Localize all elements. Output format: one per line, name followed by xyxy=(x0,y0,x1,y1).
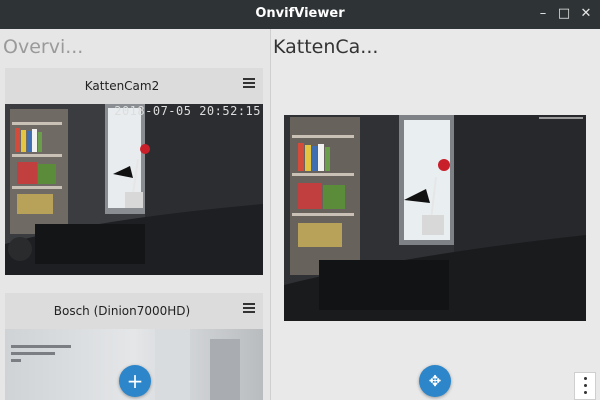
camera-detail-stream[interactable] xyxy=(284,115,586,321)
close-button[interactable]: ✕ xyxy=(577,5,595,23)
minimize-button[interactable]: – xyxy=(534,5,552,23)
overview-pane: Overvi... KattenCam2 2018-07-05 20:52:15… xyxy=(0,29,270,400)
camera-stream[interactable]: 2018-07-05 20:52:15 xyxy=(5,104,263,275)
camera-name: KattenCam2 xyxy=(84,79,160,93)
camera-card-header: KattenCam2 xyxy=(5,68,263,104)
camera-detail-title: KattenCa... xyxy=(273,36,379,58)
camera-timestamp: 2018-07-05 20:52:15 xyxy=(114,104,261,118)
camera-card[interactable]: KattenCam2 2018-07-05 20:52:15 xyxy=(5,68,263,275)
maximize-button[interactable]: □ xyxy=(555,5,573,23)
camera-card-header: Bosch (Dinion7000HD) xyxy=(5,293,263,329)
ptz-control-button[interactable]: ✥ xyxy=(419,365,451,397)
camera-detail-image xyxy=(284,115,586,321)
window-titlebar: OnvifViewer – □ ✕ xyxy=(0,0,600,29)
camera-name: Bosch (Dinion7000HD) xyxy=(53,304,191,318)
overview-title: Overvi... xyxy=(3,36,84,58)
hamburger-menu-icon[interactable] xyxy=(243,303,255,317)
camera-detail-pane: KattenCa... ✥ xyxy=(271,29,600,400)
hamburger-menu-icon[interactable] xyxy=(243,78,255,92)
camera-stream-image xyxy=(5,104,263,275)
add-camera-button[interactable]: + xyxy=(119,365,151,397)
overflow-menu-button[interactable] xyxy=(574,372,596,400)
window-title: OnvifViewer xyxy=(255,6,345,21)
